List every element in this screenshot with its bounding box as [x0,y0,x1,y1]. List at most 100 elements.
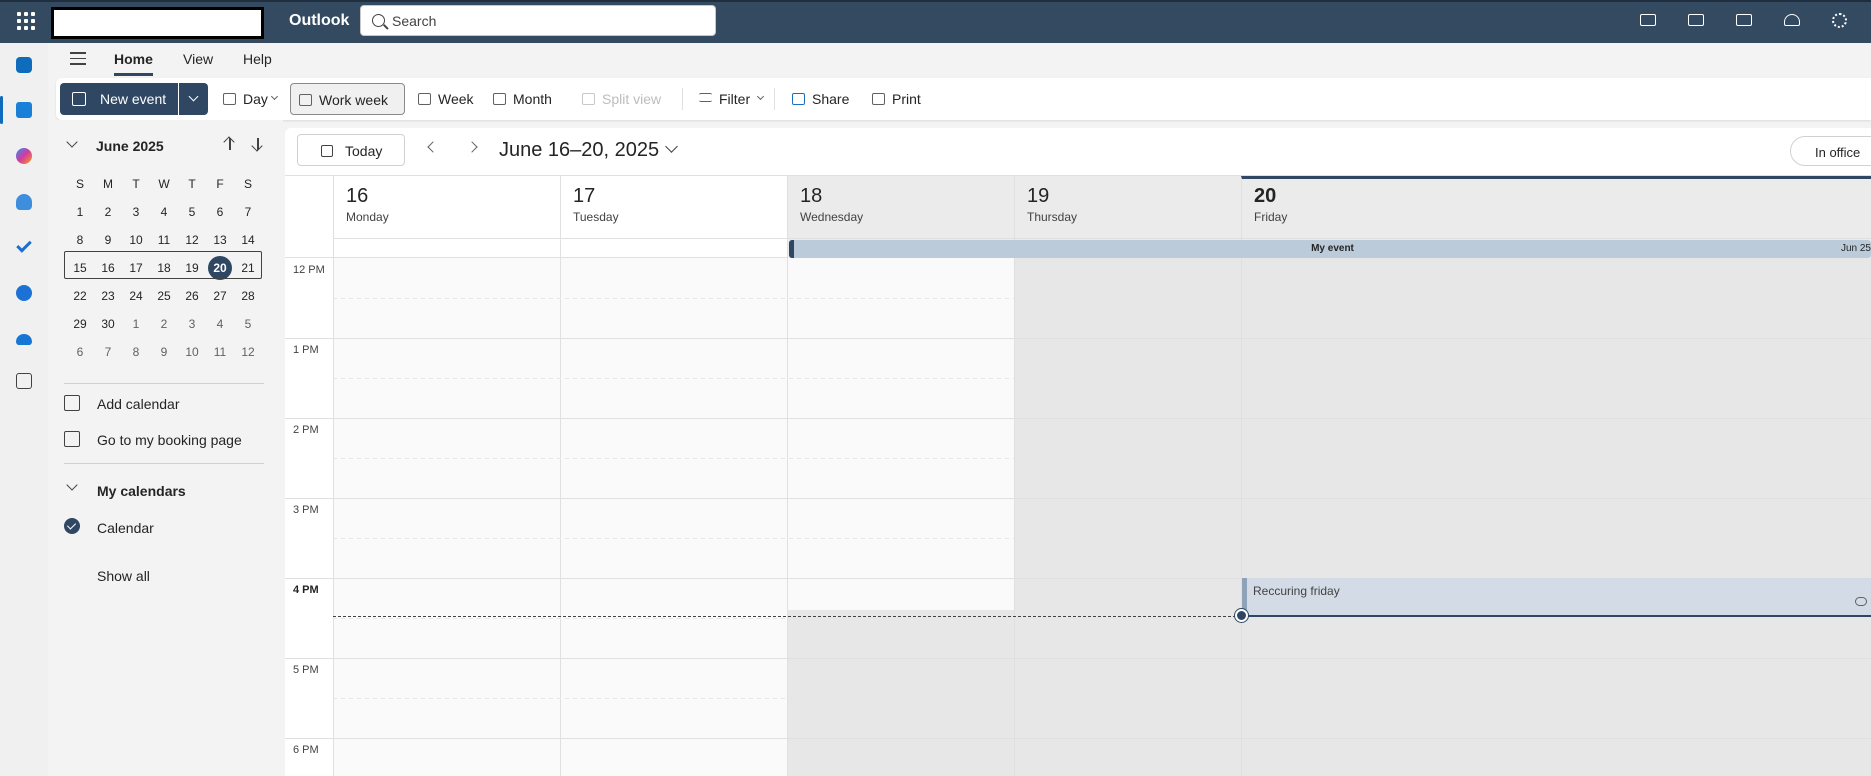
add-calendar-link[interactable]: Add calendar [64,389,274,417]
mini-calendar-day[interactable]: 5 [178,198,206,226]
chevron-down-icon[interactable] [665,140,678,153]
print-button[interactable]: Print [864,83,929,115]
mini-calendar-day[interactable]: 10 [122,226,150,254]
mini-calendar-day[interactable]: 13 [206,226,234,254]
word-icon[interactable] [1686,11,1706,31]
my-calendars-group[interactable]: My calendars [64,476,274,504]
mini-calendar-day[interactable]: 2 [150,310,178,338]
mini-calendar-day[interactable]: 5 [234,310,262,338]
today-button[interactable]: Today [297,134,405,166]
app-launcher-icon[interactable] [12,8,36,34]
mini-calendar-day[interactable]: 15 [66,254,94,282]
month-view-label: Month [513,91,552,107]
month-view-button[interactable]: Month [485,83,565,115]
day-view-button[interactable]: Day [215,83,283,115]
mini-calendar-day[interactable]: 29 [66,310,94,338]
calendar-icon[interactable] [12,98,36,122]
half-hour-gridline [333,458,1871,459]
tab-home[interactable]: Home [114,51,153,76]
mini-calendar-day[interactable]: 8 [122,338,150,366]
mini-calendar-day[interactable]: 10 [178,338,206,366]
mini-calendar-today[interactable]: 20 [206,254,234,282]
mini-calendar-day[interactable]: 7 [94,338,122,366]
next-week-icon[interactable] [466,141,478,153]
onedrive-icon[interactable] [12,327,36,351]
mini-calendar-day[interactable]: 21 [234,254,262,282]
hour-label: 4 PM [293,584,319,596]
mini-calendar-day[interactable]: 30 [94,310,122,338]
mini-calendar-day[interactable]: 12 [178,226,206,254]
bell-icon[interactable] [1782,11,1802,31]
mini-calendar-day[interactable]: 24 [122,282,150,310]
copilot-icon[interactable] [12,144,36,168]
arrow-down-icon[interactable] [250,136,266,152]
mini-calendar-day[interactable]: 9 [94,226,122,254]
app-title[interactable]: Outlook [289,12,349,30]
mini-calendar-day[interactable]: 3 [178,310,206,338]
feedback-icon[interactable] [1638,11,1658,31]
date-range-title[interactable]: June 16–20, 2025 [499,139,659,162]
split-view-button[interactable]: Split view [574,83,666,115]
mini-calendar-day[interactable]: 9 [150,338,178,366]
mini-calendar-day[interactable]: 16 [94,254,122,282]
show-all-link[interactable]: Show all [64,561,274,589]
calendar-item[interactable]: Calendar [64,513,274,541]
new-event-dropdown-button[interactable] [179,83,208,115]
mail-icon[interactable] [12,53,36,77]
chevron-down-icon[interactable] [66,136,78,148]
mini-calendar-day[interactable]: 4 [150,198,178,226]
new-event-button[interactable]: New event [60,83,178,115]
today-label: Today [345,143,383,159]
day-column-header-monday[interactable]: 16 Monday [333,176,560,258]
mini-calendar-day[interactable]: 26 [178,282,206,310]
mini-calendar-day[interactable]: 25 [150,282,178,310]
work-location-button[interactable]: In office [1790,136,1871,166]
tab-help[interactable]: Help [243,51,272,73]
recurring-event[interactable]: Reccuring friday [1242,578,1871,616]
gear-icon[interactable] [1830,11,1850,31]
arrow-up-icon[interactable] [222,136,238,152]
mini-calendar-day[interactable]: 11 [206,338,234,366]
mini-calendar-month[interactable]: June 2025 [96,138,164,154]
all-day-event[interactable]: My event Jun 25 [789,240,1871,258]
mini-calendar-day[interactable]: 3 [122,198,150,226]
mini-calendar-weekday: F [216,177,224,191]
mini-calendar-day[interactable]: 17 [122,254,150,282]
day-column-header-tuesday[interactable]: 17 Tuesday [560,176,787,258]
mini-calendar-day[interactable]: 22 [66,282,94,310]
mini-calendar-day[interactable]: 11 [150,226,178,254]
mini-calendar-day[interactable]: 14 [234,226,262,254]
mini-calendar-day[interactable]: 2 [94,198,122,226]
mini-calendar-day[interactable]: 18 [150,254,178,282]
filter-icon [699,93,712,102]
mini-calendar-day[interactable]: 4 [206,310,234,338]
mini-calendar-day[interactable]: 6 [66,338,94,366]
work-week-view-button[interactable]: Work week [290,83,405,115]
todo-icon[interactable] [1734,11,1754,31]
week-view-button[interactable]: Week [410,83,480,115]
mini-calendar-day[interactable]: 7 [234,198,262,226]
mini-calendar-day[interactable]: 6 [206,198,234,226]
chevron-down-icon [270,92,279,101]
mini-calendar-day[interactable]: 8 [66,226,94,254]
mini-calendar-day[interactable]: 23 [94,282,122,310]
people-icon[interactable] [12,190,36,214]
booking-page-label: Go to my booking page [97,432,242,448]
more-apps-icon[interactable] [12,369,36,393]
mini-calendar-day[interactable]: 19 [178,254,206,282]
search-box[interactable] [360,5,716,36]
mini-calendar-day[interactable]: 28 [234,282,262,310]
previous-week-icon[interactable] [427,141,439,153]
mini-calendar-day[interactable]: 1 [122,310,150,338]
share-button[interactable]: Share [784,83,854,115]
todo-check-icon[interactable] [12,236,36,260]
search-input[interactable] [392,12,692,30]
org-explorer-icon[interactable] [12,281,36,305]
mini-calendar-day[interactable]: 27 [206,282,234,310]
tab-view[interactable]: View [183,51,213,73]
mini-calendar-day[interactable]: 1 [66,198,94,226]
hamburger-menu-icon[interactable] [70,52,88,68]
mini-calendar-day[interactable]: 12 [234,338,262,366]
filter-button[interactable]: Filter [691,83,771,115]
booking-page-link[interactable]: Go to my booking page [64,425,274,453]
